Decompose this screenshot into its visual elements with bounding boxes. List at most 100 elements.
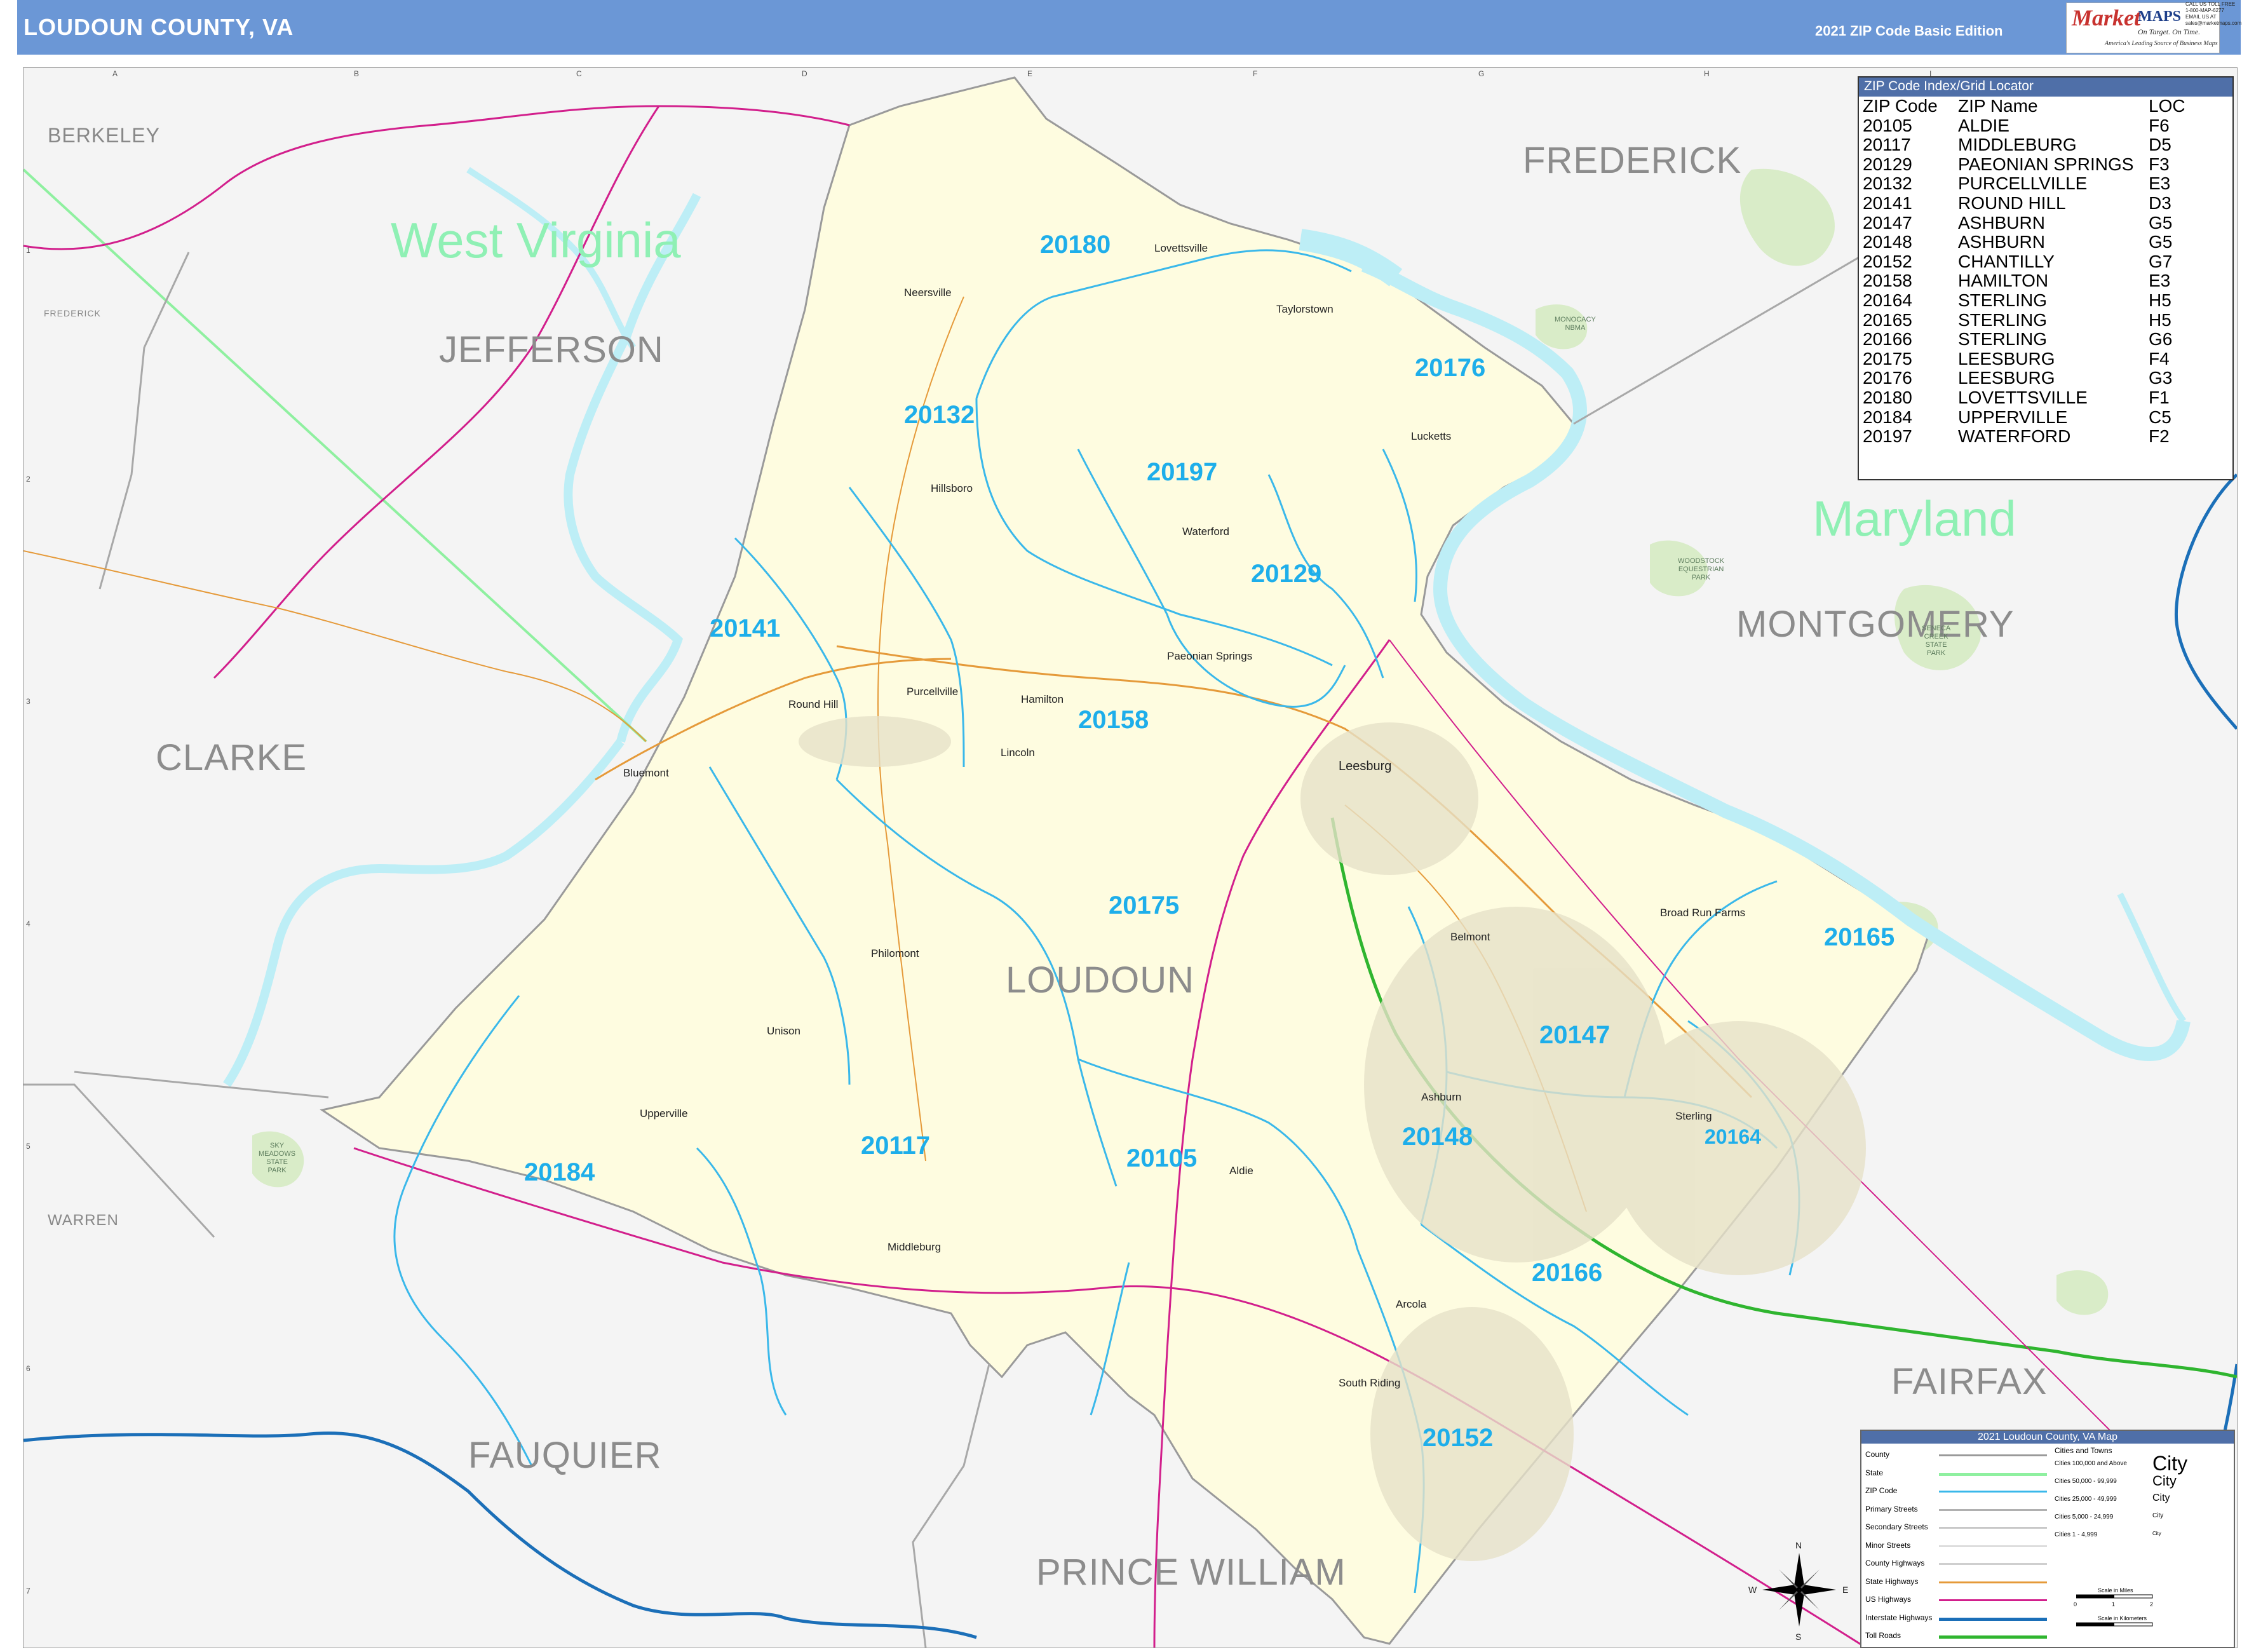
zip-label-20152[interactable]: 20152 [1422, 1424, 1493, 1452]
grid-row-label: 2 [26, 475, 30, 484]
zip-index-cell: 20175 [1863, 348, 1912, 369]
zip-index-row: 20147 ASHBURN G5 [1863, 213, 2185, 233]
zip-label-20148[interactable]: 20148 [1402, 1123, 1473, 1151]
zip-code-index: ZIP Code Index/Grid Locator ZIP Code ZIP… [1858, 76, 2234, 480]
zip-label-20175[interactable]: 20175 [1109, 891, 1179, 920]
legend-item-label: Minor Streets [1865, 1540, 1911, 1550]
city-label[interactable]: Lovettsville [1154, 242, 1208, 255]
legend-scale-km: Scale in Kilometers [2098, 1615, 2147, 1622]
city-label[interactable]: Leesburg [1339, 759, 1391, 774]
legend-line-swatch [1939, 1454, 2047, 1456]
map-legend: 2021 Loudoun County, VA Map County State Z… [1860, 1430, 2235, 1648]
county-label-fairfax: FAIRFAX [1891, 1361, 2048, 1402]
zip-label-20132[interactable]: 20132 [904, 401, 975, 430]
legend-item-label: Toll Roads [1865, 1631, 1901, 1640]
legend-city-sample: City [2152, 1512, 2164, 1519]
zip-index-cell: HAMILTON [1958, 271, 2049, 291]
zip-index-row: 20184 UPPERVILLE C5 [1863, 407, 2185, 428]
county-label-loudoun: LOUDOUN [1006, 959, 1195, 1001]
city-label[interactable]: Neersville [904, 287, 952, 299]
zip-label-20141[interactable]: 20141 [710, 614, 780, 643]
legend-item-label: Secondary Streets [1865, 1522, 1928, 1531]
compass-e-label: E [1842, 1585, 1849, 1595]
city-label[interactable]: Hillsboro [931, 482, 973, 495]
urban-shade [799, 716, 951, 767]
zip-label-20117[interactable]: 20117 [861, 1132, 930, 1160]
zip-index-cell: 20105 [1863, 115, 1912, 135]
zip-index-row: 20152 CHANTILLY G7 [1863, 252, 2185, 272]
city-label[interactable]: Waterford [1182, 525, 1229, 538]
zip-index-cell: 20147 [1863, 212, 1912, 233]
zip-index-cell: G7 [2149, 251, 2173, 271]
legend-item-label: ZIP Code [1865, 1486, 1898, 1495]
zip-index-cell: 20141 [1863, 193, 1912, 213]
city-label[interactable]: Round Hill [788, 698, 838, 711]
zip-index-cell: F3 [2149, 154, 2170, 174]
zip-index-cell: H5 [2149, 290, 2171, 310]
zip-label-20147[interactable]: 20147 [1539, 1021, 1610, 1050]
city-label[interactable]: Broad Run Farms [1660, 907, 1745, 919]
zip-label-20176[interactable]: 20176 [1415, 354, 1485, 383]
zip-index-cell: ASHBURN [1958, 212, 2045, 233]
zip-label-20164[interactable]: 20164 [1705, 1125, 1761, 1149]
compass-n-label: N [1795, 1540, 1802, 1550]
city-label[interactable]: Lucketts [1411, 430, 1451, 443]
city-label[interactable]: Ashburn [1421, 1091, 1461, 1104]
city-label[interactable]: Lincoln [1001, 747, 1035, 759]
zip-label-20184[interactable]: 20184 [524, 1158, 595, 1187]
grid-col-label: E [1027, 69, 1033, 78]
grid-col-label: G [1478, 69, 1485, 78]
zip-index-cell: G3 [2149, 368, 2173, 388]
zip-index-cell: C5 [2149, 407, 2171, 427]
contact-line: EMAIL US AT [2185, 14, 2217, 20]
zip-label-20158[interactable]: 20158 [1078, 706, 1149, 735]
city-label[interactable]: Sterling [1675, 1110, 1712, 1123]
zip-index-cell: STERLING [1958, 329, 2048, 349]
city-label[interactable]: Aldie [1229, 1165, 1253, 1177]
city-label[interactable]: Taylorstown [1276, 303, 1334, 316]
zip-index-row: 20175 LEESBURG F4 [1863, 349, 2185, 369]
legend-scale-miles: Scale in Miles [2098, 1587, 2133, 1594]
city-label[interactable]: South Riding [1339, 1377, 1400, 1390]
city-label[interactable]: Bluemont [623, 767, 669, 780]
scale-tick: 1 [2112, 1601, 2116, 1608]
legend-line-swatch [1939, 1527, 2047, 1529]
zip-label-20197[interactable]: 20197 [1147, 458, 1217, 487]
city-label[interactable]: Paeonian Springs [1167, 650, 1252, 663]
zip-index-cell: LEESBURG [1958, 348, 2055, 369]
compass-rose-icon [1762, 1553, 1836, 1627]
legend-line-swatch [1939, 1508, 2047, 1511]
city-label[interactable]: Purcellville [907, 686, 958, 698]
county-label-frederick-md: FREDERICK [1523, 140, 1742, 181]
contact-line: sales@marketmaps.com [2185, 20, 2242, 26]
zip-label-20129[interactable]: 20129 [1251, 560, 1321, 588]
zip-label-20105[interactable]: 20105 [1126, 1144, 1197, 1173]
legend-item-label: US Highways [1865, 1595, 1912, 1604]
legend-line-swatch [1939, 1581, 2047, 1583]
zip-index-header: LOC [2149, 96, 2185, 116]
zip-index-row: 20117 MIDDLEBURG D5 [1863, 135, 2185, 155]
zip-label-20165[interactable]: 20165 [1824, 923, 1894, 952]
county-label-clarke: CLARKE [156, 737, 307, 778]
zip-index-cell: LEESBURG [1958, 368, 2055, 388]
grid-row-label: 6 [26, 1364, 30, 1373]
grid-col-label: F [1253, 69, 1258, 78]
zip-index-cell: D3 [2149, 193, 2171, 213]
city-label[interactable]: Unison [767, 1025, 800, 1038]
zip-index-row: 20166 STERLING G6 [1863, 330, 2185, 349]
legend-line-swatch [1939, 1545, 2047, 1547]
county-label-warren: WARREN [48, 1212, 119, 1229]
zip-label-20180[interactable]: 20180 [1040, 231, 1111, 259]
zip-label-20166[interactable]: 20166 [1532, 1259, 1602, 1287]
city-label[interactable]: Upperville [640, 1107, 688, 1120]
zip-index-row: 20148 ASHBURN G5 [1863, 233, 2185, 252]
zip-index-row: 20165 STERLING H5 [1863, 310, 2185, 330]
zip-index-cell: UPPERVILLE [1958, 407, 2068, 427]
city-label[interactable]: Arcola [1396, 1298, 1426, 1311]
legend-city-range: Cities 100,000 and Above [2055, 1460, 2127, 1467]
city-label[interactable]: Philomont [871, 947, 919, 960]
city-label[interactable]: Hamilton [1021, 693, 1064, 706]
city-label[interactable]: Middleburg [888, 1241, 941, 1254]
zip-index-row: 20164 STERLING H5 [1863, 290, 2185, 311]
city-label[interactable]: Belmont [1450, 931, 1490, 944]
